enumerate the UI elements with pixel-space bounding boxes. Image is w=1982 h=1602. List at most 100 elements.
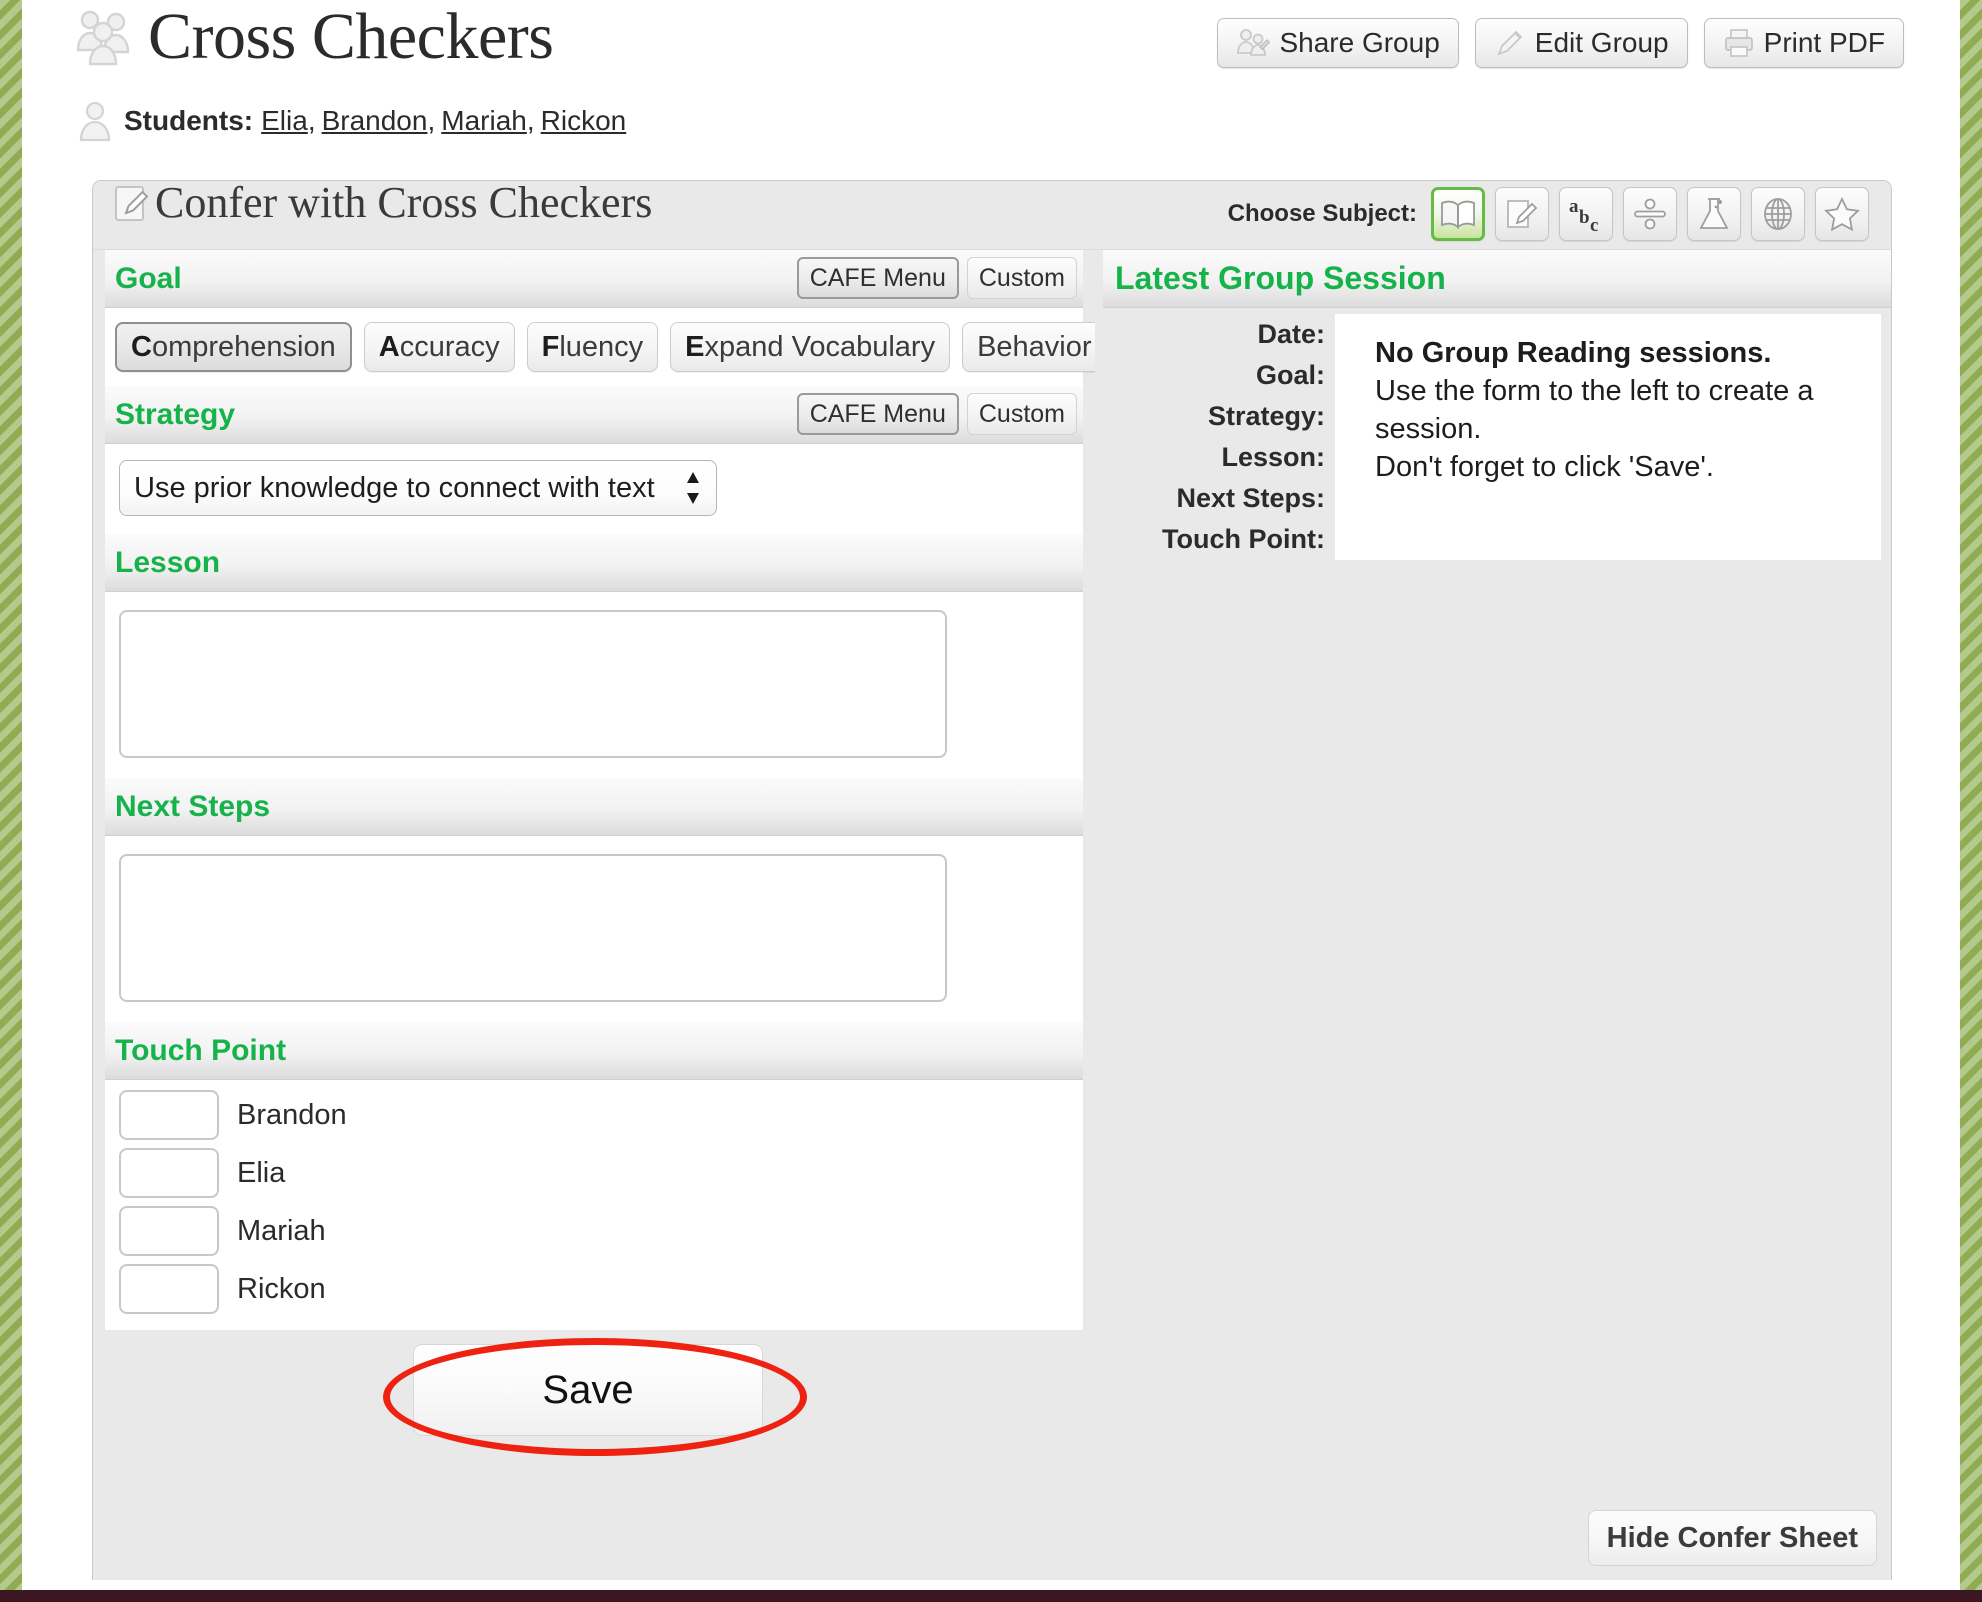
latest-session-field-label: Touch Point: [1162,524,1325,554]
latest-session-empty-message: No Group Reading sessions. Use the form … [1335,314,1881,560]
subject-word-work-button[interactable]: a b c [1559,187,1613,241]
goal-option-button[interactable]: Comprehension [115,322,352,372]
next-steps-textarea[interactable] [119,854,947,1002]
page-content: Cross Checkers Students: Elia, Brandon, Ma… [22,0,1960,1590]
latest-session-empty-line2: Don't forget to click 'Save'. [1375,451,1714,483]
latest-session-body: Date: Goal: Strategy: Lesson: Next Steps: Tou… [1103,308,1891,560]
touch-point-student-name: Mariah [237,1214,326,1247]
confer-title: Confer with Cross Checkers [155,180,653,227]
touch-point-section-body: Brandon Elia Mariah Rickon [105,1080,1083,1330]
page-left-border [0,0,22,1602]
strategy-select[interactable]: Use prior knowledge to connect with text [119,460,717,516]
pencil-icon [1494,27,1526,59]
header-actions: Share Group Edit Group Print PDF [1217,18,1904,68]
goal-option-button[interactable]: Accuracy [363,322,515,372]
student-link[interactable]: Mariah [441,105,527,136]
printer-icon [1723,27,1755,59]
subject-science-button[interactable] [1687,187,1741,241]
goal-custom-button[interactable]: Custom [966,257,1077,299]
lesson-textarea[interactable] [119,610,947,758]
hide-confer-sheet-button[interactable]: Hide Confer Sheet [1587,1510,1877,1566]
paper-pencil-icon [1503,196,1541,232]
svg-text:c: c [1590,215,1598,233]
touch-point-row: Rickon [115,1264,1073,1314]
subject-writing-button[interactable] [1495,187,1549,241]
students-row: Students: Elia, Brandon, Mariah, Rickon [78,100,626,142]
latest-session-empty-title: No Group Reading sessions. [1375,337,1772,369]
strategy-custom-button[interactable]: Custom [966,393,1077,435]
touch-point-input[interactable] [119,1090,219,1140]
note-pencil-icon [113,182,151,224]
svg-text:b: b [1579,207,1590,228]
division-icon [1632,197,1668,231]
goal-option-button[interactable]: Behavior [962,322,1107,372]
confer-form-column: Goal CAFE Menu Custom Comprehension Accur… [93,250,1107,1580]
person-icon [78,100,112,142]
goal-section-header: Goal CAFE Menu Custom [105,250,1083,308]
goal-option-label: Behavior [977,330,1092,363]
subject-math-button[interactable] [1623,187,1677,241]
globe-icon [1761,197,1795,231]
save-button[interactable]: Save [413,1344,763,1436]
touch-point-student-name: Rickon [237,1272,326,1305]
goal-cafe-menu-button[interactable]: CAFE Menu [796,257,959,299]
share-group-label: Share Group [1279,27,1440,58]
flask-icon [1697,196,1731,232]
page-bottom-bar [0,1590,1982,1602]
touch-point-student-name: Brandon [237,1098,347,1131]
strategy-heading: Strategy [115,397,236,431]
page-right-border [1960,0,1982,1602]
latest-session-field-label: Goal: [1255,360,1325,390]
latest-session-column: Latest Group Session Date: Goal: Strategy:… [1095,250,1891,1580]
strategy-section-body: Use prior knowledge to connect with text [105,444,1083,534]
abc-icon: a b c [1566,195,1606,233]
next-steps-section-body [105,836,1083,1022]
latest-session-field-label: Strategy: [1207,401,1325,431]
print-pdf-button[interactable]: Print PDF [1703,18,1904,68]
save-area: Save [105,1330,1083,1456]
lesson-section-body [105,592,1083,778]
touch-point-input[interactable] [119,1148,219,1198]
group-icon [72,6,136,68]
student-link[interactable]: Elia [261,105,308,136]
goal-option-initial: A [378,330,400,363]
student-separator: , [307,105,316,136]
touch-point-row: Elia [115,1148,1073,1198]
confer-panel: Confer with Cross Checkers Choose Subjec… [92,180,1892,1580]
goal-option-initial: F [541,330,560,363]
goal-option-initial: E [685,330,705,363]
goal-heading: Goal [115,261,182,295]
touch-point-input[interactable] [119,1206,219,1256]
share-group-button[interactable]: Share Group [1217,18,1459,68]
star-icon [1824,197,1860,231]
latest-session-heading: Latest Group Session [1115,260,1446,296]
student-link[interactable]: Brandon [322,105,428,136]
subject-social-studies-button[interactable] [1751,187,1805,241]
subject-other-button[interactable] [1815,187,1869,241]
strategy-select-wrapper: Use prior knowledge to connect with text [119,460,717,516]
confer-header: Confer with Cross Checkers Choose Subjec… [93,181,1891,250]
open-book-icon [1439,198,1477,230]
lesson-heading: Lesson [115,545,221,579]
page-title: Cross Checkers [148,0,554,73]
edit-group-button[interactable]: Edit Group [1474,18,1688,68]
goal-option-button[interactable]: Expand Vocabulary [670,322,951,372]
strategy-source-buttons: CAFE Menu Custom [796,393,1077,435]
goal-option-button[interactable]: Fluency [526,322,659,372]
touch-point-input[interactable] [119,1264,219,1314]
strategy-section-header: Strategy CAFE Menu Custom [105,386,1083,444]
strategy-cafe-menu-button[interactable]: CAFE Menu [796,393,959,435]
print-pdf-label: Print PDF [1763,27,1885,58]
goal-source-buttons: CAFE Menu Custom [796,257,1077,299]
next-steps-heading: Next Steps [115,789,271,823]
touch-point-row: Mariah [115,1206,1073,1256]
student-link[interactable]: Rickon [541,105,627,136]
students-label: Students: [124,105,254,136]
svg-text:a: a [1569,196,1579,217]
choose-subject-label: Choose Subject: [1227,200,1417,227]
page-header: Cross Checkers Students: Elia, Brandon, Ma… [22,0,1960,165]
touch-point-row: Brandon [115,1090,1073,1140]
share-group-icon [1236,27,1271,59]
goal-options: Comprehension Accuracy Fluency Expand Vocab… [115,322,1107,372]
subject-reading-button[interactable] [1431,187,1485,241]
